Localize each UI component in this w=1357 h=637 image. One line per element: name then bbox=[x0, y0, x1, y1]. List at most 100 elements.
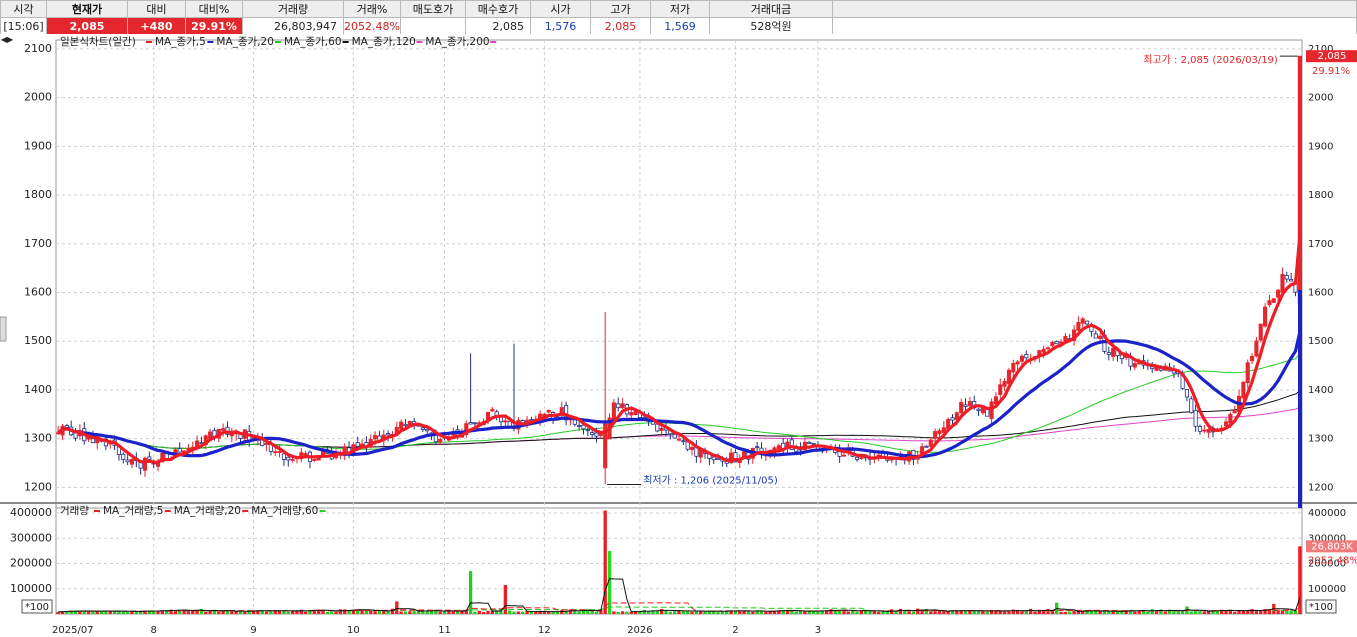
candle-body bbox=[681, 440, 686, 443]
col-ask: 매도호가 bbox=[400, 0, 466, 18]
chart-background bbox=[0, 34, 1357, 637]
volume-bar bbox=[577, 611, 581, 614]
candle-body bbox=[859, 457, 864, 460]
volume-bar bbox=[1102, 611, 1107, 614]
last-volume-label: 26,803K bbox=[1311, 541, 1353, 552]
volume-axis-label-left: 200000 bbox=[10, 557, 52, 570]
volume-bar bbox=[855, 611, 859, 614]
candle-body bbox=[1228, 413, 1233, 424]
volume-bar bbox=[738, 611, 742, 614]
volume-bar bbox=[512, 611, 516, 614]
candle-body bbox=[1232, 410, 1237, 414]
volume-bar bbox=[764, 611, 768, 614]
volume-bar bbox=[868, 611, 872, 614]
candle-body bbox=[585, 429, 590, 432]
candle-body bbox=[924, 445, 929, 448]
volume-bar bbox=[707, 611, 712, 614]
side-handle bbox=[0, 316, 7, 342]
volume-bar bbox=[238, 611, 243, 614]
volume-bar bbox=[1068, 611, 1072, 614]
val-low: 1,569 bbox=[650, 17, 710, 35]
candle-body bbox=[403, 423, 408, 426]
volume-bar bbox=[998, 610, 1002, 614]
volume-bar bbox=[642, 609, 646, 614]
candle-body bbox=[1119, 354, 1124, 360]
x-axis-label: 2026 bbox=[627, 625, 652, 636]
candle-body bbox=[125, 459, 130, 463]
price-axis-label-left: 1700 bbox=[24, 237, 52, 250]
volume-bar bbox=[898, 608, 903, 614]
price-axis-label-left: 1900 bbox=[24, 139, 52, 152]
volume-bar bbox=[668, 611, 672, 614]
candle-body bbox=[755, 446, 760, 449]
legend-entry: MA_종가,200 bbox=[425, 36, 489, 48]
volume-bar bbox=[1024, 611, 1028, 614]
volume-bar bbox=[286, 611, 290, 614]
quote-value-row: [15:06] 2,085 +480 29.91% 26,803,947 205… bbox=[0, 17, 1357, 35]
volume-bar bbox=[1002, 611, 1007, 614]
candle-body bbox=[811, 442, 816, 445]
volume-bar bbox=[451, 611, 455, 614]
candle-body bbox=[129, 458, 135, 465]
col-current-price: 현재가 bbox=[46, 0, 128, 18]
price-axis-label-right: 1500 bbox=[1308, 336, 1333, 347]
candle-body bbox=[776, 445, 781, 450]
volume-bar bbox=[534, 611, 538, 614]
high-annotation: 최고가 : 2,085 (2026/03/19) bbox=[1143, 54, 1278, 66]
candle-body bbox=[1006, 369, 1012, 385]
volume-bar bbox=[594, 611, 599, 614]
volume-bar bbox=[981, 611, 985, 614]
candle-body bbox=[1093, 333, 1098, 339]
volume-bar bbox=[716, 611, 720, 614]
volume-bar bbox=[1120, 611, 1124, 614]
volume-bar bbox=[1189, 611, 1193, 614]
volume-bar bbox=[338, 609, 343, 614]
volume-bar bbox=[477, 610, 481, 614]
candle-body bbox=[303, 453, 308, 456]
stock-chart[interactable]: 1200 1200 1300 1300 1400 1400 1500 1500 1600 1600… bbox=[0, 34, 1357, 637]
volume-bar bbox=[173, 611, 178, 614]
volume-bar bbox=[1059, 611, 1063, 614]
volume-bar bbox=[1233, 611, 1237, 614]
volume-bar bbox=[555, 611, 560, 614]
unit-label-left: *100 bbox=[25, 602, 49, 613]
val-time: [15:06] bbox=[0, 17, 47, 35]
candle-body bbox=[1267, 300, 1272, 306]
price-axis-label-left: 1300 bbox=[24, 432, 52, 445]
volume-bar bbox=[473, 611, 477, 614]
price-axis-label-right: 1600 bbox=[1308, 287, 1333, 298]
candle-body bbox=[503, 420, 508, 423]
candle-body bbox=[1223, 421, 1229, 427]
candle-body bbox=[1041, 348, 1046, 353]
volume-bar bbox=[1029, 608, 1033, 614]
volume-bar bbox=[217, 611, 221, 614]
volume-bar bbox=[516, 611, 521, 614]
candle-body bbox=[1197, 426, 1203, 432]
price-axis-label-right: 1300 bbox=[1308, 434, 1333, 445]
x-axis-label: 3 bbox=[815, 625, 821, 636]
volume-axis-label-left: 300000 bbox=[10, 531, 52, 544]
candle-body bbox=[1280, 273, 1285, 293]
val-empty bbox=[832, 17, 1357, 35]
volume-bar bbox=[694, 611, 699, 614]
candle-body bbox=[1250, 356, 1255, 362]
volume-bar bbox=[573, 611, 577, 614]
candle-body bbox=[490, 409, 495, 412]
val-change-pct: 29.91% bbox=[185, 17, 243, 35]
volume-bar bbox=[1063, 611, 1068, 614]
scroll-arrows-icon[interactable]: ◀▶ bbox=[0, 34, 14, 46]
volume-bar bbox=[794, 611, 798, 614]
candle-body bbox=[1284, 275, 1289, 280]
candle-body bbox=[933, 431, 938, 439]
volume-bar bbox=[1094, 611, 1098, 614]
volume-bar bbox=[742, 611, 746, 614]
candle-body bbox=[1263, 306, 1268, 327]
x-axis-label: 9 bbox=[250, 625, 256, 636]
x-axis-label: 12 bbox=[538, 625, 551, 636]
volume-bar bbox=[1276, 611, 1280, 614]
volume-bar bbox=[1150, 609, 1154, 614]
volume-bar bbox=[290, 611, 295, 614]
candle-body bbox=[963, 404, 968, 407]
val-high: 2,085 bbox=[590, 17, 651, 35]
price-axis-label-left: 1200 bbox=[24, 480, 52, 493]
